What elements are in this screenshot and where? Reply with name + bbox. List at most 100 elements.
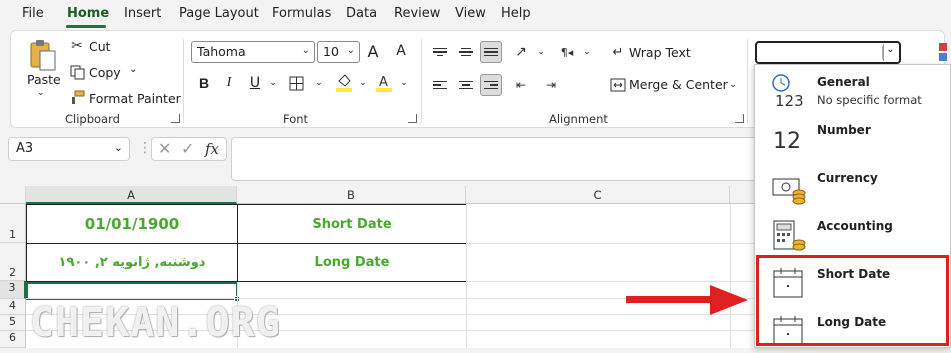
cut-icon: ✂ <box>71 38 83 54</box>
paste-dropdown-icon[interactable]: ⌄ <box>37 88 45 98</box>
cancel-icon[interactable]: ✕ <box>158 139 171 158</box>
menu-file[interactable]: File <box>22 6 44 21</box>
enter-icon[interactable]: ✓ <box>181 139 194 158</box>
grow-font-button[interactable]: A <box>363 41 383 61</box>
menu-bar: File Home Insert Page Layout Formulas Da… <box>0 0 951 28</box>
insert-function-button[interactable]: fx <box>205 140 219 158</box>
menu-help[interactable]: Help <box>501 6 531 21</box>
chevron-down-icon[interactable]: ⌄ <box>531 42 551 62</box>
cell-a1[interactable]: 01/01/1900 <box>26 204 238 244</box>
chevron-down-icon[interactable]: ⌄ <box>263 73 283 93</box>
clipboard-group-label: Clipboard <box>65 112 120 126</box>
font-group-label: Font <box>283 112 309 126</box>
align-left-icon[interactable] <box>429 74 451 96</box>
row-header-5[interactable]: 5 <box>0 315 26 331</box>
orientation-icon[interactable]: ↗ <box>511 42 531 62</box>
cell-a2[interactable]: دوشنبه, ژانویه ۲, ۱۹۰۰ <box>26 243 238 282</box>
format-general-subtitle: No specific format <box>817 93 922 107</box>
borders-icon[interactable] <box>288 75 304 91</box>
merge-center-button[interactable]: Merge & Center <box>629 77 728 92</box>
format-accounting-title: Accounting <box>817 219 893 233</box>
bold-button[interactable]: B <box>194 73 214 93</box>
cut-button[interactable]: Cut <box>89 39 111 54</box>
menu-home[interactable]: Home <box>67 6 109 21</box>
copy-button[interactable]: Copy <box>89 65 121 80</box>
name-box-value: A3 <box>16 141 34 156</box>
format-number[interactable]: 12 Number <box>755 113 951 161</box>
divider <box>421 39 422 123</box>
row-header-4[interactable]: 4 <box>0 299 26 315</box>
format-currency[interactable]: Currency <box>755 161 951 209</box>
alignment-group-label: Alignment <box>549 112 608 126</box>
menu-view[interactable]: View <box>455 6 486 21</box>
column-header-a[interactable]: A <box>26 186 237 204</box>
menu-page-layout[interactable]: Page Layout <box>179 6 259 21</box>
row-header-2[interactable]: 2 <box>0 243 26 281</box>
column-header-b[interactable]: B <box>237 186 466 204</box>
increase-indent-icon[interactable]: ⇥ <box>541 75 561 95</box>
watermark: CHEKAN.ORG <box>30 300 281 346</box>
format-general-title: General <box>817 75 870 89</box>
underline-button[interactable]: U <box>245 73 265 93</box>
cell-b1[interactable]: Short Date <box>237 204 467 244</box>
decrease-indent-icon[interactable]: ⇤ <box>511 75 531 95</box>
svg-text:123: 123 <box>775 92 804 109</box>
align-middle-icon[interactable] <box>455 41 477 63</box>
chevron-down-icon[interactable]: ⌄ <box>883 44 897 61</box>
select-all-corner[interactable] <box>0 186 26 204</box>
row-header-6[interactable]: 6 <box>0 331 26 348</box>
cell-b2[interactable]: Long Date <box>237 243 467 282</box>
format-painter-icon <box>69 89 85 105</box>
number-format-select[interactable]: | ⌄ <box>755 41 901 64</box>
column-header-c[interactable]: C <box>466 186 730 204</box>
wrap-text-button[interactable]: Wrap Text <box>629 45 691 60</box>
copy-icon <box>69 64 85 80</box>
divider <box>747 39 748 123</box>
shrink-font-button[interactable]: A <box>391 41 411 61</box>
rtl-direction-icon[interactable]: ¶◂ <box>556 42 578 62</box>
font-size-select[interactable]: 10 ⌄ <box>317 41 360 63</box>
paste-label[interactable]: Paste <box>27 72 61 87</box>
menu-review[interactable]: Review <box>394 6 440 21</box>
align-bottom-icon[interactable] <box>480 41 502 63</box>
active-tab-indicator <box>66 25 106 28</box>
chevron-down-icon[interactable]: ⌄ <box>353 73 373 93</box>
menu-data[interactable]: Data <box>346 6 377 21</box>
name-box[interactable]: A3 ⌄ <box>8 137 130 161</box>
font-launcher-icon[interactable] <box>408 114 417 123</box>
chevron-down-icon: ⌄ <box>301 45 310 56</box>
svg-text:A: A <box>379 75 388 90</box>
format-painter-button[interactable]: Format Painter <box>89 91 181 106</box>
gridline <box>466 281 760 282</box>
chevron-down-icon[interactable]: ⌄ <box>577 42 597 62</box>
chevron-down-icon[interactable]: ⌄ <box>309 73 329 93</box>
drag-handle-icon[interactable]: ⋮ <box>138 140 152 156</box>
clipboard-launcher-icon[interactable] <box>171 114 180 123</box>
accounting-icon <box>771 217 806 251</box>
row-header-3[interactable]: 3 <box>0 281 26 299</box>
gridline <box>730 204 731 348</box>
paste-icon[interactable] <box>27 37 59 73</box>
align-center-icon[interactable] <box>455 74 477 96</box>
chevron-down-icon[interactable]: ⌄ <box>114 141 123 154</box>
menu-insert[interactable]: Insert <box>124 6 161 21</box>
currency-icon <box>771 169 806 205</box>
font-name-select[interactable]: Tahoma ⌄ <box>191 41 315 63</box>
alignment-launcher-icon[interactable] <box>735 114 744 123</box>
conditional-format-icon[interactable] <box>937 41 947 65</box>
fill-color-icon[interactable] <box>335 73 353 93</box>
font-name-value: Tahoma <box>197 44 246 59</box>
formula-input[interactable] <box>231 137 761 181</box>
format-accounting[interactable]: Accounting <box>755 209 951 257</box>
italic-button[interactable]: I <box>219 73 239 93</box>
font-color-icon[interactable]: A <box>375 73 393 93</box>
chevron-down-icon[interactable]: ⌄ <box>394 73 414 93</box>
menu-formulas[interactable]: Formulas <box>272 6 331 21</box>
row-header-1[interactable]: 1 <box>0 204 26 243</box>
align-top-icon[interactable] <box>429 41 451 63</box>
align-right-icon[interactable] <box>480 74 502 96</box>
copy-dropdown-icon[interactable]: ⌄ <box>129 64 137 75</box>
format-general[interactable]: 123 General No specific format <box>755 65 951 113</box>
format-currency-title: Currency <box>817 171 878 185</box>
chevron-down-icon[interactable]: ⌄ <box>723 75 743 95</box>
